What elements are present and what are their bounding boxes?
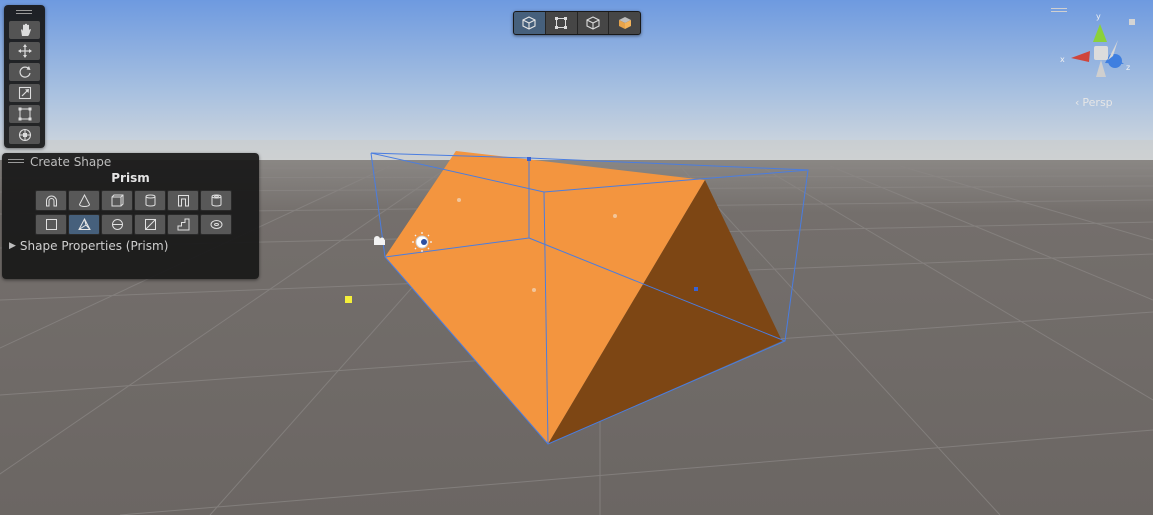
gizmo-lock-indicator[interactable] (1129, 19, 1135, 25)
sprite-shape-button[interactable] (134, 214, 166, 235)
cube-shape-button[interactable] (101, 190, 133, 211)
rotate-icon (18, 66, 31, 78)
gizmo-menu-grip[interactable] (1051, 8, 1067, 12)
edit-mode-toolbar (513, 11, 641, 35)
tools-grip[interactable] (16, 10, 32, 14)
plane-icon (45, 219, 57, 230)
cube-icon (111, 194, 123, 207)
shape-properties-foldout[interactable]: ▶ Shape Properties (Prism) (9, 239, 168, 254)
object-mode-button[interactable] (514, 12, 546, 34)
scale-icon (18, 86, 31, 100)
rect-transform-icon (18, 107, 31, 121)
door-icon (177, 195, 189, 207)
cone-shape-button[interactable] (68, 190, 100, 211)
hand-icon (20, 23, 31, 36)
hand-tool-button[interactable] (9, 21, 40, 39)
door-shape-button[interactable] (167, 190, 199, 211)
arch-shape-button[interactable] (35, 190, 67, 211)
gizmo-label-x: x (1060, 55, 1065, 64)
create-shape-title: Create Shape (30, 155, 112, 169)
pivot-marker[interactable] (345, 296, 352, 303)
projection-toggle[interactable]: ‹ Persp (1075, 96, 1113, 109)
edge-cube-icon (586, 16, 600, 30)
tools-overlay (4, 5, 45, 148)
move-icon (17, 44, 32, 58)
sphere-shape-button[interactable] (101, 214, 133, 235)
selected-shape-name: Prism (111, 171, 150, 185)
arch-icon (45, 195, 57, 207)
torus-shape-button[interactable] (200, 214, 232, 235)
plane-shape-button[interactable] (35, 214, 67, 235)
shape-properties-label: Shape Properties (Prism) (19, 239, 169, 253)
chevron-left-icon: ‹ (1075, 96, 1080, 109)
cylinder-icon (145, 194, 155, 207)
move-tool-button[interactable] (9, 42, 40, 60)
gizmo-label-y: y (1096, 12, 1101, 21)
vertex-mode-button[interactable] (545, 12, 578, 34)
rotate-tool-button[interactable] (9, 63, 40, 81)
cone-icon (78, 194, 90, 207)
sprite-icon (144, 219, 156, 230)
foldout-arrow-icon: ▶ (9, 241, 16, 251)
stairs-icon (177, 218, 189, 231)
transform-icon (18, 128, 31, 142)
face-cube-icon (618, 17, 631, 29)
pipe-icon (211, 194, 221, 207)
create-shape-panel: Create Shape Prism ▶ Shape Properties (P… (2, 153, 259, 279)
gizmo-label-z: z (1126, 63, 1130, 72)
edge-mode-button[interactable] (577, 12, 610, 34)
cube-outline-icon (522, 16, 536, 30)
torus-icon (210, 220, 222, 229)
shape-row-2 (35, 214, 233, 235)
create-shape-grip[interactable] (8, 159, 24, 163)
rect-tool-button[interactable] (9, 105, 40, 123)
persp-label: Persp (1082, 96, 1113, 109)
gizmo-center-cube[interactable] (1094, 46, 1108, 60)
transform-tool-button[interactable] (9, 126, 40, 144)
face-mode-button[interactable] (609, 12, 640, 34)
shape-row-1 (35, 190, 233, 211)
prism-shape-button[interactable] (68, 214, 100, 235)
cylinder-shape-button[interactable] (134, 190, 166, 211)
sphere-icon (111, 219, 123, 230)
scale-tool-button[interactable] (9, 84, 40, 102)
pipe-shape-button[interactable] (200, 190, 232, 211)
vertex-icon (555, 17, 568, 29)
stairs-shape-button[interactable] (167, 214, 199, 235)
prism-icon (77, 218, 91, 230)
